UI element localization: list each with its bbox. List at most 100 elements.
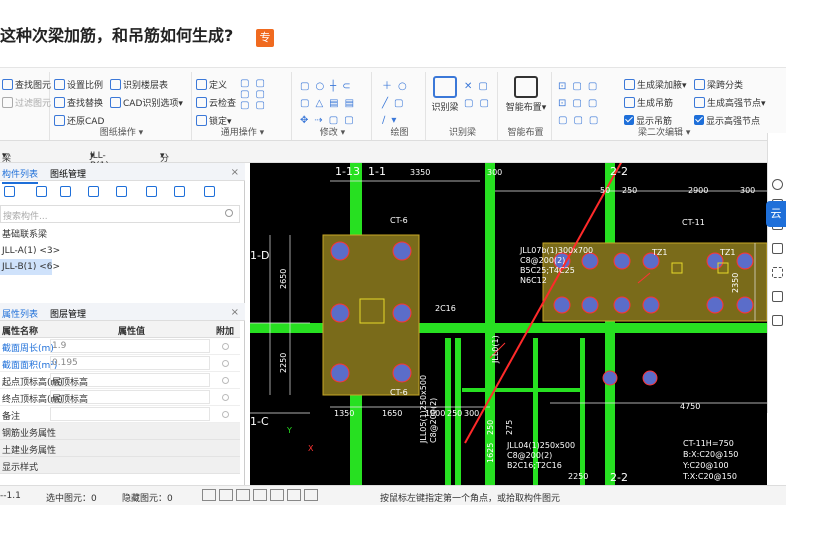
cloud-button[interactable]: 云 xyxy=(766,201,786,227)
property-row: 终点顶标高(m) 层顶标高 xyxy=(0,389,240,406)
set-scale-button[interactable]: 设置比例 xyxy=(54,78,103,91)
dynamic-input-icon[interactable] xyxy=(270,489,284,501)
settings-icon[interactable] xyxy=(204,186,215,197)
attach-radio[interactable] xyxy=(222,360,229,367)
svg-text:1-13: 1-13 xyxy=(335,165,360,178)
property-group-display[interactable]: 显示样式 xyxy=(0,457,240,474)
generate-hanger-bar-button[interactable]: 生成吊筋 xyxy=(624,96,673,109)
ribbon-group-beam-secondary-edit: ⊡▢▢ ⊡▢▢ ▢▢▢ 生成梁加腋▾ 生成吊筋 显示吊筋 梁跨分类 生成高强节点▾ … xyxy=(554,72,786,140)
group-label-beam-secondary-edit: 梁二次编辑 ▾ xyxy=(638,128,691,138)
attach-radio[interactable] xyxy=(222,343,229,350)
svg-text:JLL04(1)250x500: JLL04(1)250x500 xyxy=(506,441,575,450)
property-table-header: 属性名称 属性值 附加 xyxy=(0,321,240,338)
svg-text:C8@200(2): C8@200(2) xyxy=(429,398,438,443)
component-search-input[interactable]: 搜索构件... xyxy=(0,205,240,223)
find-replace-button[interactable]: 查找替换 xyxy=(54,96,103,109)
filter-element-button[interactable]: 过滤图元 xyxy=(2,96,51,109)
draw-icons[interactable]: ＋○ ╱▢ ∕▾ xyxy=(382,78,413,129)
attach-radio[interactable] xyxy=(222,394,229,401)
find-element-button[interactable]: 查找图元 xyxy=(2,78,51,91)
angle-icon[interactable] xyxy=(253,489,267,501)
property-value-field[interactable] xyxy=(50,339,210,353)
svg-text:1625: 1625 xyxy=(486,443,495,463)
svg-text:B:X:C20@150: B:X:C20@150 xyxy=(683,450,738,459)
expert-badge: 专 xyxy=(256,29,274,47)
group-label-general-ops: 通用操作 ▾ xyxy=(220,128,265,138)
svg-text:300: 300 xyxy=(487,168,502,177)
svg-text:1650: 1650 xyxy=(382,409,402,418)
orbit-icon[interactable] xyxy=(772,179,783,190)
property-row: 截面面积(m²) 0.195 xyxy=(0,355,240,372)
show-high-strength-node-checkbox[interactable]: 显示高强节点 xyxy=(694,114,760,127)
display-icon[interactable] xyxy=(287,489,301,501)
duplicate-icon[interactable] xyxy=(88,186,99,197)
svg-text:3350: 3350 xyxy=(410,168,430,177)
svg-text:4750: 4750 xyxy=(680,402,700,411)
property-value-field[interactable] xyxy=(50,407,210,421)
property-row: 截面周长(m) 1.9 xyxy=(0,338,240,355)
arc-icon[interactable] xyxy=(304,489,318,501)
recognize-beam-button[interactable]: 识别梁 xyxy=(430,76,460,113)
svg-text:N6C12: N6C12 xyxy=(520,276,547,285)
group-label-draw: 绘图 xyxy=(390,128,409,138)
tree-item-group[interactable]: 基础联系梁 xyxy=(0,227,240,243)
recognize-floor-table-button[interactable]: 识别楼层表 xyxy=(110,78,168,91)
svg-text:TZ1: TZ1 xyxy=(719,248,735,257)
report-icon[interactable] xyxy=(772,315,783,326)
modify-icons[interactable]: ▢○┼⊂ ▢△▤▤ ✥⇢▢▢ xyxy=(300,78,360,129)
property-group-rebar[interactable]: 钢筋业务属性 xyxy=(0,423,240,440)
copy-icon[interactable] xyxy=(36,186,47,197)
tab-drawing-management[interactable]: 图纸管理 xyxy=(50,167,86,180)
close-icon[interactable] xyxy=(236,489,250,501)
svg-text:2-2: 2-2 xyxy=(610,471,628,484)
sort-icon[interactable] xyxy=(146,186,157,197)
define-button[interactable]: 定义 xyxy=(196,78,227,91)
right-toolbar xyxy=(767,133,786,413)
svg-text:2-2: 2-2 xyxy=(610,165,628,178)
svg-text:2250: 2250 xyxy=(279,353,288,373)
filter-icon[interactable] xyxy=(174,186,185,197)
snap-icon[interactable] xyxy=(219,489,233,501)
svg-text:B5C25;T4C25: B5C25;T4C25 xyxy=(520,266,575,275)
svg-text:CT-11: CT-11 xyxy=(682,218,705,227)
glodon-app-window: 查找图元 过滤图元 设置比例 查找替换 还原CAD 识别楼层表 CAD识别选项▾… xyxy=(0,67,786,507)
general-ops-icons[interactable]: ▢▢ ▢▢ ▢▢ xyxy=(240,78,271,111)
tree-item-jll-a[interactable]: JLL-A(1) <3> xyxy=(0,243,240,259)
delete-icon[interactable] xyxy=(60,186,71,197)
drawing-canvas[interactable]: 1-13 1-1 2-2 2-2 1-D 1-C 3350 300 50 250… xyxy=(250,163,767,485)
beam-edit-icons[interactable]: ⊡▢▢ ⊡▢▢ ▢▢▢ xyxy=(558,78,604,129)
property-group-civil[interactable]: 土建业务属性 xyxy=(0,440,240,457)
generate-high-strength-node-button[interactable]: 生成高强节点▾ xyxy=(694,96,766,109)
close-icon[interactable]: × xyxy=(231,167,239,178)
cad-recognition-options-button[interactable]: CAD识别选项▾ xyxy=(110,96,183,109)
generate-beam-haunch-button[interactable]: 生成梁加腋▾ xyxy=(624,78,687,91)
attach-radio[interactable] xyxy=(222,411,229,418)
svg-text:2C16: 2C16 xyxy=(435,304,456,313)
group-label-drawing-ops: 图纸操作 ▾ xyxy=(99,128,144,138)
status-bar: --1.1 选中图元：0 隐藏图元：0 按鼠标左键指定第一个角点，或拾取构件图元 xyxy=(0,485,786,505)
group-label-smart-layout: 智能布置 xyxy=(507,128,544,138)
smart-layout-button[interactable]: 智能布置▾ xyxy=(504,76,548,113)
svg-text:JLL05(1)250x500: JLL05(1)250x500 xyxy=(419,375,428,444)
tree-item-jll-b[interactable]: JLL-B(1) <6> xyxy=(0,259,60,275)
view-front-icon[interactable] xyxy=(772,243,783,254)
zoom-window-icon[interactable] xyxy=(772,267,783,278)
status-hidden: 隐藏图元：0 xyxy=(122,494,173,504)
property-tabs: 属性列表 图层管理 × xyxy=(0,303,245,324)
cloud-check-button[interactable]: 云检查 xyxy=(196,96,236,109)
layer-copy-icon[interactable] xyxy=(116,186,127,197)
close-icon[interactable]: × xyxy=(231,307,239,318)
svg-text:Y: Y xyxy=(286,426,292,435)
svg-text:2350: 2350 xyxy=(731,273,740,293)
svg-text:275: 275 xyxy=(505,420,514,435)
ortho-icon[interactable] xyxy=(202,489,216,501)
ribbon-group-find: 查找图元 过滤图元 xyxy=(0,72,51,140)
attach-radio[interactable] xyxy=(222,377,229,384)
new-icon[interactable] xyxy=(4,186,15,197)
svg-text:300: 300 xyxy=(464,409,479,418)
beam-span-classify-button[interactable]: 梁跨分类 xyxy=(694,78,743,91)
tab-layer-management[interactable]: 图层管理 xyxy=(50,307,86,320)
status-hint: 按鼠标左键指定第一个角点，或拾取构件图元 xyxy=(380,494,561,504)
recognize-beam-icons[interactable]: ✕▢ ▢▢ xyxy=(464,78,495,112)
cube-icon[interactable] xyxy=(772,291,783,302)
